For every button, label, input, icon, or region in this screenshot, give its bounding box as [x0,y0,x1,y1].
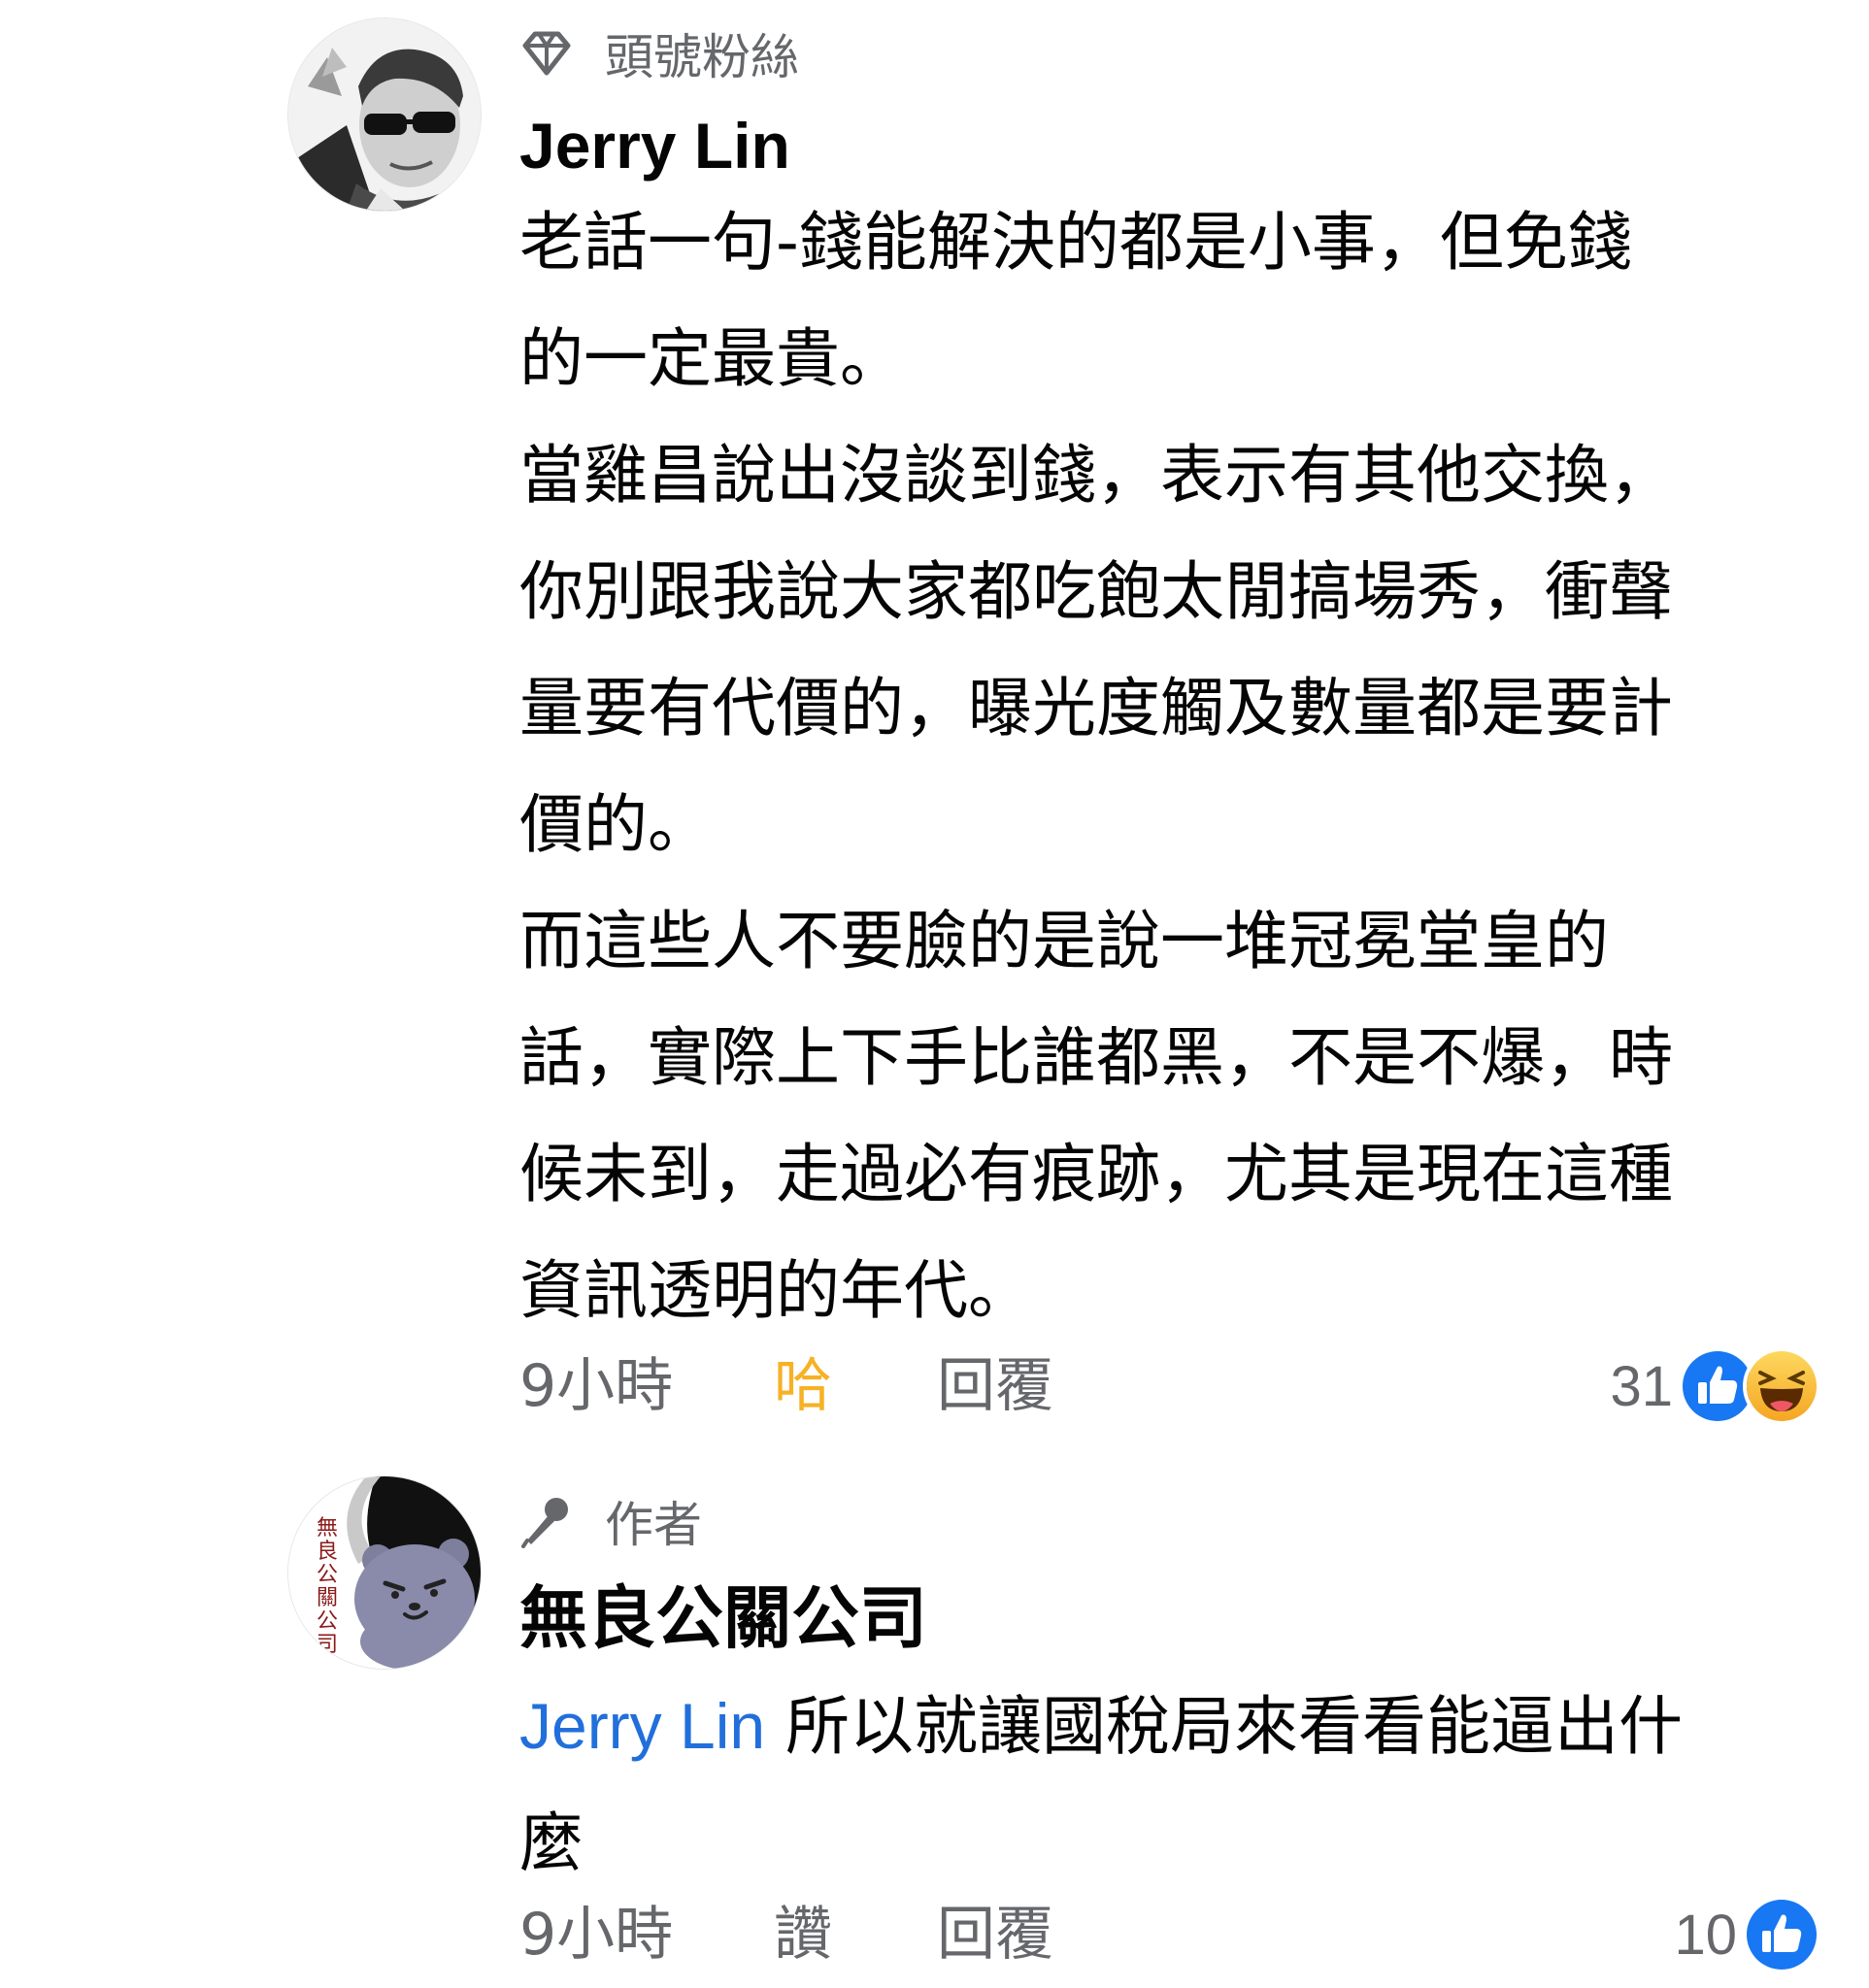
microphone-icon [519,1494,574,1548]
comment-actions: 9小時 哈 回覆 31 [519,1342,1820,1430]
comment-text-line: 資訊透明的年代。 [519,1253,1032,1328]
comment-text-line: 你別跟我說大家都吃飽太閒搞場秀，衝聲 [519,554,1673,629]
badge-label: 頭號粉絲 [605,29,799,85]
svg-text:無: 無 [317,1516,338,1541]
svg-text:良: 良 [317,1540,338,1564]
avatar[interactable]: 無 良 公 關 公 司 [287,1475,482,1670]
comment-author[interactable]: Jerry Lin [519,107,1820,184]
comment-text-line: 當雞昌說出沒談到錢，表示有其他交換， [519,438,1673,513]
badge-label: 作者 [605,1497,702,1553]
comment-author[interactable]: 無良公關公司 [519,1574,1820,1662]
comment-text-fragment: 所以就讓國稅局來看看能逼出什 [765,1689,1684,1764]
reaction-summary[interactable]: 31 [1610,1342,1820,1430]
svg-text:公: 公 [317,1609,338,1634]
avatar-photo [288,18,481,211]
comment-text-line: 價的。 [519,787,712,862]
comment-actions: 9小時 讚 回覆 10 [519,1891,1820,1978]
comment-text-line: 麼 [519,1806,584,1880]
comment-text-line: 話，實際上下手比誰都黑，不是不爆，時 [519,1020,1673,1095]
badge: 作者 [519,1487,1820,1555]
comment-text-line: 而這些人不要臉的是說一堆冠冕堂皇的 [519,904,1609,978]
comment-text-line: 的一定最貴。 [519,321,904,396]
avatar-logo: 無 良 公 關 公 司 [288,1476,481,1669]
haha-icon [1743,1347,1820,1425]
reply-button[interactable]: 回覆 [937,1891,1053,1978]
mention-link[interactable]: Jerry Lin [519,1690,765,1762]
comment-text-line: Jerry Lin 所以就讓國稅局來看看能逼出什 [519,1668,1820,1785]
comment-timestamp[interactable]: 9小時 [519,1891,673,1978]
comment-timestamp[interactable]: 9小時 [519,1342,673,1430]
like-button[interactable]: 讚 [774,1891,832,1978]
comment-text-line: 量要有代價的，曝光度觸及數量都是要計 [519,671,1673,746]
svg-text:關: 關 [317,1586,338,1610]
like-icon [1743,1896,1820,1973]
comment-text: 老話一句-錢能解決的都是小事，但免錢 的一定最貴。 當雞昌說出沒談到錢，表示有其… [519,184,1820,1349]
comment-text-line: 老話一句-錢能解決的都是小事，但免錢 [519,205,1632,280]
badge: 頭號粉絲 [519,19,1820,87]
reaction-summary[interactable]: 10 [1674,1891,1820,1978]
comment-text: Jerry Lin 所以就讓國稅局來看看能逼出什 麼 [519,1668,1820,1902]
reaction-count: 10 [1674,1903,1737,1967]
reply-button[interactable]: 回覆 [937,1342,1053,1430]
avatar[interactable] [287,17,482,212]
haha-reaction-button[interactable]: 哈 [774,1342,832,1430]
reaction-count: 31 [1610,1354,1673,1418]
diamond-icon [519,26,574,81]
svg-text:公: 公 [317,1563,338,1587]
svg-text:司: 司 [317,1633,338,1657]
comment-text-line: 候未到，走過必有痕跡，尤其是現在這種 [519,1137,1673,1211]
